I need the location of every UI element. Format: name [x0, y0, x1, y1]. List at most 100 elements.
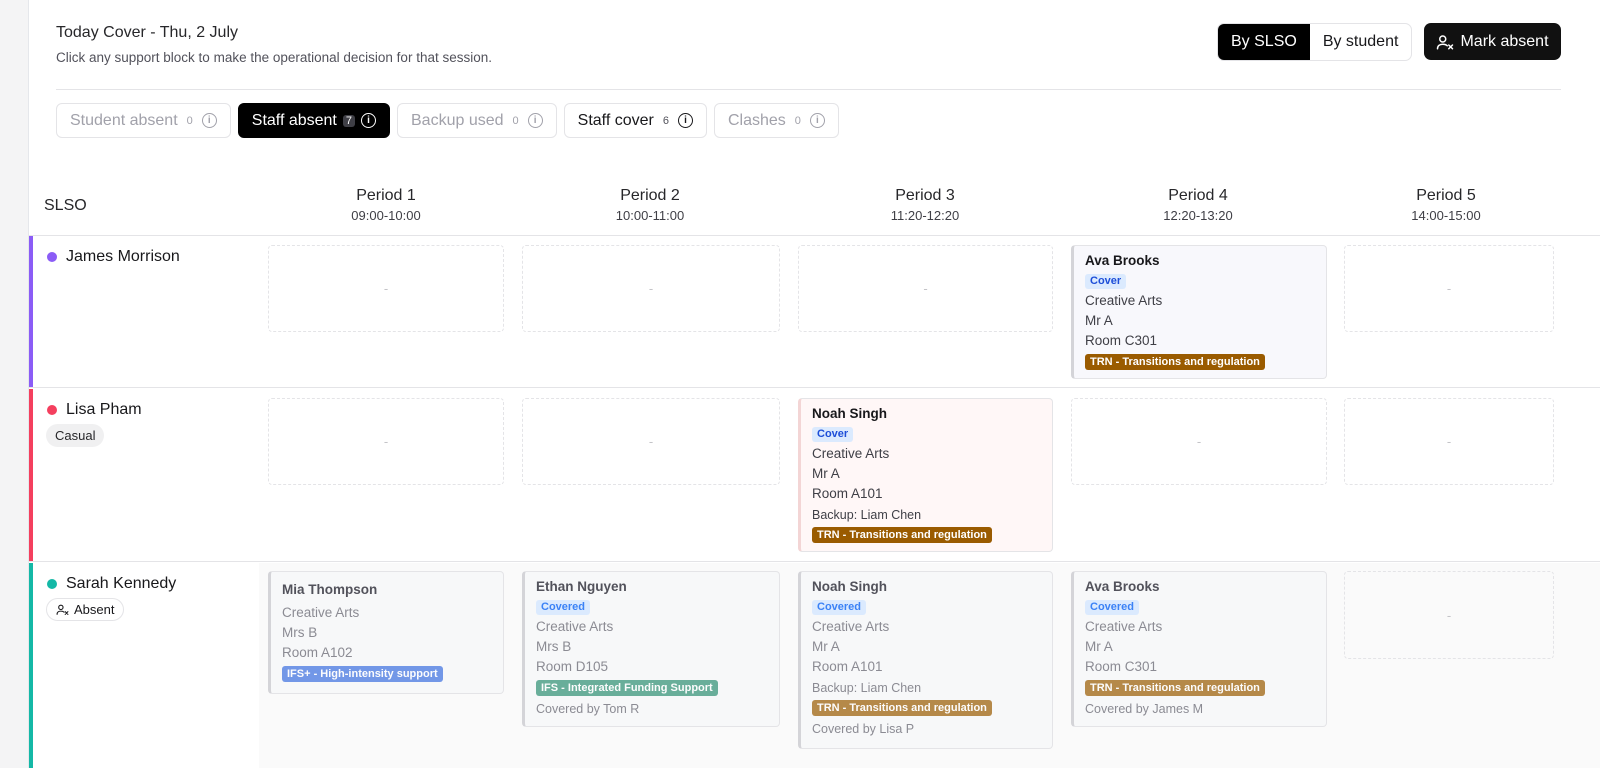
support-type-chip: TRN - Transitions and regulation: [1085, 354, 1265, 370]
filter-count: 6: [662, 114, 669, 127]
empty-slot[interactable]: -: [1344, 398, 1554, 485]
status-badge: Cover: [812, 427, 854, 442]
teacher: Mrs B: [536, 639, 572, 654]
slso-name: Lisa Pham: [47, 401, 142, 419]
filter-count: 7: [342, 114, 355, 127]
empty-slot[interactable]: -: [1344, 571, 1554, 659]
period-header: Period 2 10:00-11:00: [550, 187, 750, 223]
teacher: Mrs B: [282, 625, 318, 640]
period-name: Period 5: [1416, 187, 1476, 204]
support-block[interactable]: Ethan Nguyen Covered Creative Arts Mrs B…: [522, 571, 780, 727]
filter-staff-cover[interactable]: Staff cover 6 i: [563, 103, 707, 138]
filter-student-absent[interactable]: Student absent 0 i: [56, 103, 231, 138]
teacher: Mr A: [812, 639, 840, 654]
teacher: Mr A: [1085, 639, 1113, 654]
student-name: Ethan Nguyen: [536, 579, 627, 594]
empty-slot[interactable]: -: [268, 398, 504, 485]
filter-label: Student absent: [70, 111, 178, 129]
room: Room A101: [812, 486, 883, 501]
empty-slot[interactable]: -: [522, 398, 780, 485]
room: Room D105: [536, 659, 609, 674]
empty-slot[interactable]: -: [798, 245, 1053, 332]
support-block[interactable]: Mia Thompson Creative Arts Mrs B Room A1…: [268, 571, 504, 694]
page-title: Today Cover - Thu, 2 July: [56, 24, 239, 41]
period-header: Period 4 12:20-13:20: [1098, 187, 1298, 223]
filter-backup-used[interactable]: Backup used 0 i: [397, 103, 557, 138]
slso-row: James Morrison - - - Ava Brooks Cover Cr…: [29, 236, 1600, 388]
view-toggle: By SLSO By student: [1217, 23, 1413, 61]
backup-line: Backup: Liam Chen: [812, 681, 922, 695]
info-icon[interactable]: i: [809, 113, 825, 128]
empty-slot[interactable]: -: [1071, 398, 1327, 485]
slso-name-label: Sarah Kennedy: [66, 575, 177, 592]
period-name: Period 2: [620, 187, 680, 204]
period-header: Period 3 11:20-12:20: [825, 187, 1025, 223]
status-badge: Covered: [536, 600, 591, 615]
by-slso-button[interactable]: By SLSO: [1218, 24, 1310, 60]
period-time: 12:20-13:20: [1163, 208, 1233, 223]
slso-name-label: James Morrison: [66, 248, 180, 265]
slso-name: Sarah Kennedy: [47, 575, 176, 593]
teacher: Mr A: [1085, 313, 1113, 328]
teacher: Mr A: [812, 466, 840, 481]
status-dot: [47, 579, 57, 589]
filter-label: Staff absent: [251, 111, 337, 129]
student-name: Ava Brooks: [1085, 579, 1160, 594]
subject: Creative Arts: [536, 619, 614, 634]
period-name: Period 1: [356, 187, 416, 204]
student-name: Noah Singh: [812, 406, 887, 421]
casual-tag: Casual: [46, 424, 105, 447]
filter-label: Staff cover: [577, 111, 654, 129]
period-time: 10:00-11:00: [615, 208, 685, 223]
status-dot: [47, 405, 57, 415]
info-icon[interactable]: i: [677, 113, 693, 128]
by-student-button[interactable]: By student: [1310, 24, 1412, 60]
info-icon[interactable]: i: [527, 113, 543, 128]
info-icon[interactable]: i: [201, 113, 217, 128]
support-block[interactable]: Noah Singh Cover Creative Arts Mr A Room…: [798, 398, 1053, 552]
filter-count: 0: [186, 114, 193, 127]
period-name: Period 3: [895, 187, 955, 204]
row-divider: [29, 561, 1600, 562]
user-x-icon: [56, 604, 69, 615]
status-badge: Cover: [1085, 274, 1127, 289]
mark-absent-button[interactable]: Mark absent: [1424, 23, 1561, 60]
row-divider: [29, 387, 1600, 388]
filter-label: Backup used: [411, 111, 504, 129]
student-name: Noah Singh: [812, 579, 887, 594]
subject: Creative Arts: [812, 446, 890, 461]
row-color-bar: [29, 563, 33, 768]
absent-tag: Absent: [46, 598, 125, 621]
subject: Creative Arts: [282, 605, 360, 620]
period-name: Period 4: [1168, 187, 1228, 204]
slso-name-label: Lisa Pham: [66, 401, 142, 418]
covered-by: Covered by Tom R: [536, 702, 640, 716]
support-block[interactable]: Ava Brooks Covered Creative Arts Mr A Ro…: [1071, 571, 1327, 727]
student-name: Mia Thompson: [282, 582, 378, 597]
today-cover-panel: Today Cover - Thu, 2 July Click any supp…: [28, 0, 1600, 768]
header-divider: [56, 89, 1561, 90]
row-color-bar: [29, 389, 33, 562]
support-block[interactable]: Noah Singh Covered Creative Arts Mr A Ro…: [798, 571, 1053, 749]
filter-staff-absent[interactable]: Staff absent 7 i: [237, 103, 390, 138]
period-header: Period 5 14:00-15:00: [1346, 187, 1546, 223]
empty-slot[interactable]: -: [1344, 245, 1554, 332]
support-block[interactable]: Ava Brooks Cover Creative Arts Mr A Room…: [1071, 245, 1327, 379]
empty-slot[interactable]: -: [268, 245, 504, 332]
support-type-chip: TRN - Transitions and regulation: [812, 700, 992, 716]
filter-label: Clashes: [727, 111, 786, 129]
info-icon[interactable]: i: [361, 113, 376, 128]
period-time: 09:00-10:00: [351, 208, 421, 223]
subject: Creative Arts: [1085, 293, 1163, 308]
filter-count: 0: [512, 114, 519, 127]
slso-row: Sarah Kennedy Absent Mia Thompson Creati…: [29, 563, 1600, 768]
slso-row: Lisa Pham Casual - - Noah Singh Cover Cr…: [29, 389, 1600, 562]
filter-clashes[interactable]: Clashes 0 i: [713, 103, 839, 138]
status-badge: Covered: [1085, 600, 1140, 615]
empty-slot[interactable]: -: [522, 245, 780, 332]
filter-bar: Student absent 0 i Staff absent 7 i Back…: [56, 103, 839, 138]
slso-column-header: SLSO: [44, 197, 87, 214]
room: Room C301: [1085, 659, 1158, 674]
filter-count: 0: [794, 114, 801, 127]
room: Room C301: [1085, 333, 1158, 348]
